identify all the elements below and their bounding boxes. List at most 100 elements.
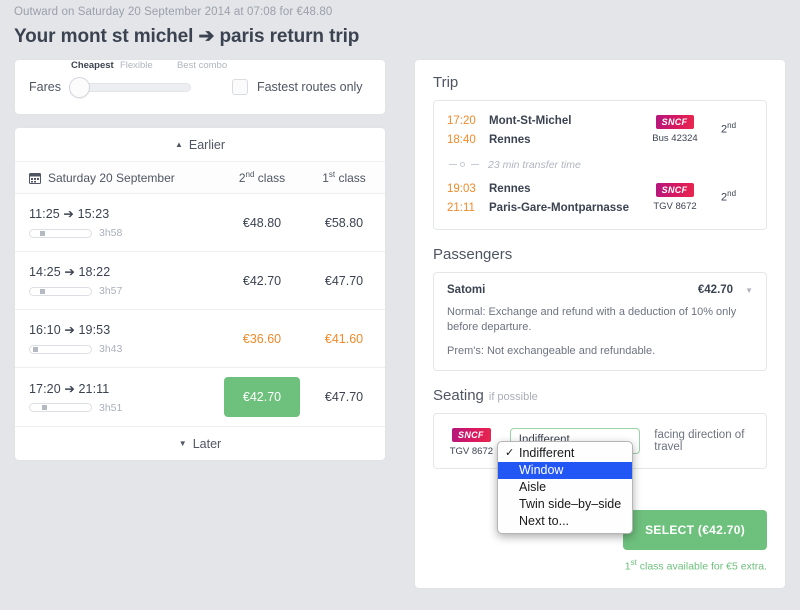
chevron-down-icon[interactable]: ▼ [745,286,753,295]
caret-up-icon: ▲ [174,140,183,149]
trip-leg-1: 17:20 18:40 Mont-St-Michel Rennes SNCF B… [447,112,753,150]
row-duration: 3h51 [29,402,221,414]
passenger-header[interactable]: Satomi €42.70 ▼ [447,284,753,296]
later-button[interactable]: ▼ Later [15,426,385,460]
transfer-row: 23 min transfer time [447,159,753,171]
row-duration: 3h58 [29,227,221,239]
caret-down-icon: ▼ [178,439,187,448]
dropdown-option[interactable]: Aisle [498,479,632,496]
trip-box: 17:20 18:40 Mont-St-Michel Rennes SNCF B… [433,100,767,230]
trip-leg-1-service: Bus 42324 [652,133,698,144]
table-row[interactable]: 16:10 ➔ 19:53 3h43 €36.60 €41.60 [15,310,385,368]
row-first-class-price[interactable]: €41.60 [303,332,385,346]
row-second-class-price[interactable]: €48.80 [221,216,303,230]
trip-leg-2-dep-station: Rennes [489,183,531,195]
fares-slider[interactable]: Cheapest Flexible Best combo [68,60,227,102]
seating-note: facing direction of travel [654,429,745,453]
fares-slider-knob[interactable] [68,77,90,98]
page-title-pre: Your mont st michel [14,26,199,47]
fares-tick-best-combo[interactable]: Best combo [177,60,237,71]
duration-bar-icon [29,403,92,412]
row-time-range: 16:10 ➔ 19:53 [29,323,111,337]
row-time-range: 17:20 ➔ 21:11 [29,381,110,396]
results-table-header: Saturday 20 September 2nd class 1st clas… [15,162,385,194]
fare-condition-prems: Prem's: Not exchangeable and refundable. [447,345,656,357]
seating-operator: SNCF TGV 8672 [447,425,496,457]
duration-bar-icon [29,286,92,296]
second-class-num: 2 [238,171,246,185]
select-button[interactable]: SELECT (€42.70) [623,509,767,550]
results-date-header: Saturday 20 September [15,171,221,185]
dropdown-option[interactable]: Window [498,462,632,479]
row-first-class-price[interactable]: €47.70 [303,274,385,288]
dropdown-option[interactable]: Indifferent [498,445,632,462]
passenger-box[interactable]: Satomi €42.70 ▼ Normal: Exchange and ref… [433,272,767,371]
table-row[interactable]: 17:20 ➔ 21:11 3h51 €42.70 €47.70 [15,368,385,426]
page-header: Outward on Saturday 20 September 2014 at… [0,0,800,48]
second-class-header: 2nd class [221,170,303,185]
trip-section-title: Trip [433,74,459,91]
second-class-word: class [254,171,286,185]
fares-tick-flexible[interactable]: Flexible [120,60,177,71]
fastest-routes-checkbox[interactable] [231,79,248,95]
sncf-logo-icon: SNCF [452,428,491,442]
fares-label: Fares [29,80,61,94]
trip-leg-1-arr-time: 18:40 [447,134,476,146]
duration-bar-icon [29,228,92,238]
later-label: Later [192,436,222,451]
upsell-text: class available for €5 extra. [636,560,767,572]
fastest-routes-toggle[interactable]: Fastest routes only [231,79,363,95]
fastest-routes-label: Fastest routes only [256,80,363,94]
left-column: Fares Cheapest Flexible Best combo Faste… [14,59,386,461]
trip-leg-2-arr-station: Paris-Gare-Montparnasse [489,202,629,214]
results-date-label: Saturday 20 September [48,170,175,185]
row-first-class-price[interactable]: €47.70 [303,390,385,404]
row-duration: 3h57 [29,285,221,297]
dropdown-option[interactable]: Twin side–by–side [498,496,632,513]
trip-leg-2-times: 19:03 21:11 [447,180,489,218]
trip-leg-2-dep-time: 19:03 [447,183,476,195]
sncf-logo-icon: SNCF [655,115,695,129]
trip-leg-2: 19:03 21:11 Rennes Paris-Gare-Montparnas… [447,180,753,218]
row-duration-text: 3h51 [99,401,123,414]
passenger-price: €42.70 [697,284,734,296]
first-class-header: 1st class [303,170,385,185]
earlier-button[interactable]: ▲ Earlier [15,128,385,162]
passenger-name: Satomi [447,284,486,296]
fare-condition-normal: Normal: Exchange and refund with a deduc… [447,306,737,333]
table-row[interactable]: 11:25 ➔ 15:23 3h58 €48.80 €58.80 [15,194,385,252]
table-row[interactable]: 14:25 ➔ 18:22 3h57 €42.70 €47.70 [15,252,385,310]
row-times: 16:10 ➔ 19:53 3h43 [15,322,221,355]
page-title-post: paris return trip [214,26,360,47]
trip-leg-1-dep-station: Mont-St-Michel [489,115,572,127]
row-second-class-price[interactable]: €42.70 [221,274,303,288]
trip-leg-2-arr-time: 21:11 [447,202,475,214]
trip-leg-1-dep-time: 17:20 [447,115,476,127]
fares-slider-ticks: Cheapest Flexible Best combo [63,60,248,71]
row-times: 17:20 ➔ 21:11 3h51 [15,381,221,414]
row-second-class-price[interactable]: €36.60 [221,332,303,346]
trip-leg-1-stations: Mont-St-Michel Rennes [489,112,629,150]
dropdown-option[interactable]: Next to... [498,513,632,530]
first-class-num: 1 [322,171,329,185]
trip-leg-2-operator: SNCF TGV 8672 [629,180,721,212]
earlier-label: Earlier [188,137,226,152]
results-table: ▲ Earlier Saturday 20 September 2nd clas… [14,127,386,461]
row-time-range: 14:25 ➔ 18:22 [29,265,111,279]
passengers-section-title: Passengers [433,246,513,263]
row-duration-text: 3h43 [99,343,123,355]
trip-leg-2-service: TGV 8672 [653,201,697,212]
row-second-class-price[interactable]: €42.70 [221,377,303,417]
selected-price-badge[interactable]: €42.70 [224,377,300,417]
seating-dropdown-menu[interactable]: IndifferentWindowAisleTwin side–by–sideN… [497,441,633,534]
trip-leg-2-class: 2nd [721,180,753,204]
duration-bar-icon [29,344,92,354]
row-duration-text: 3h57 [99,285,123,297]
seating-title-text: Seating [433,387,484,404]
trip-leg-1-times: 17:20 18:40 [447,112,489,150]
trip-leg-2-class-sup: nd [727,189,737,198]
fares-tick-cheapest[interactable]: Cheapest [63,60,120,71]
select-footer: SELECT (€42.70) 1st class available for … [623,509,767,572]
row-first-class-price[interactable]: €58.80 [303,216,385,230]
calendar-icon [29,172,41,184]
